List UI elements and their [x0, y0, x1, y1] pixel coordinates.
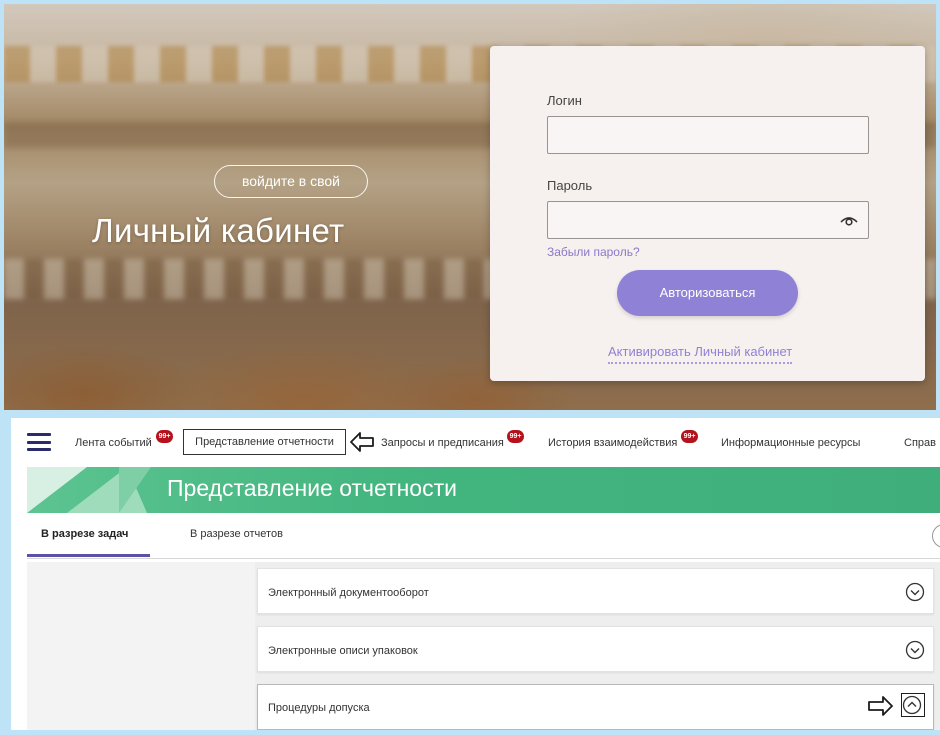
page-banner: Представление отчетности [27, 467, 940, 513]
reporting-app: Лента событий 99+ Представление отчетнос… [11, 418, 940, 730]
login-input[interactable] [547, 116, 869, 154]
activate-cabinet-link[interactable]: Активировать Личный кабинет [608, 344, 793, 364]
top-navigation: Лента событий 99+ Представление отчетнос… [11, 418, 940, 466]
login-hero: войдите в свой Личный кабинет Логин Паро… [4, 4, 936, 410]
nav-item-reporting[interactable]: Представление отчетности [183, 429, 346, 455]
page-title: Представление отчетности [167, 475, 457, 501]
hero-title: Личный кабинет [92, 212, 345, 249]
nav-item-events-feed[interactable]: Лента событий [75, 437, 152, 449]
chevron-up-icon[interactable] [902, 695, 922, 715]
tab-by-reports[interactable]: В разрезе отчетов [190, 528, 283, 540]
accordion-item-edo[interactable]: Электронный документооборот [257, 568, 934, 614]
forgot-password-link[interactable]: Забыли пароль? [547, 245, 640, 259]
screenshot-root: войдите в свой Личный кабинет Логин Паро… [0, 0, 940, 735]
password-label: Пароль [547, 178, 593, 193]
chevron-down-icon[interactable] [905, 640, 925, 660]
accordion-item-admission[interactable]: Процедуры допуска [257, 684, 934, 730]
accordion-item-packages[interactable]: Электронные описи упаковок [257, 626, 934, 672]
nav-item-help[interactable]: Справ [904, 437, 936, 449]
view-tabs: В разрезе задач В разрезе отчетов Л [27, 513, 940, 559]
accordion-label: Электронные описи упаковок [268, 645, 418, 657]
accordion-label: Процедуры допуска [268, 702, 370, 714]
password-input[interactable] [547, 201, 869, 239]
pointer-arrow-right-icon [868, 696, 893, 716]
accordion-label: Электронный документооборот [268, 587, 429, 599]
nav-item-requests[interactable]: Запросы и предписания [381, 437, 504, 449]
login-form-card: Логин Пароль Забыли пароль? Авторизовать… [490, 46, 925, 381]
tab-partial-button[interactable]: Л [932, 524, 940, 548]
hamburger-menu-icon[interactable] [27, 433, 51, 451]
authorize-button[interactable]: Авторизоваться [617, 270, 798, 316]
nav-item-info-resources[interactable]: Информационные ресурсы [721, 437, 860, 449]
show-password-eye-icon[interactable] [839, 212, 859, 228]
notification-badge: 99+ [156, 430, 173, 443]
nav-item-interaction-history[interactable]: История взаимодействия [548, 437, 677, 449]
notification-badge: 99+ [681, 430, 698, 443]
tab-by-tasks[interactable]: В разрезе задач [41, 528, 128, 540]
notification-badge: 99+ [507, 430, 524, 443]
pointer-arrow-left-icon [350, 432, 374, 452]
hero-subtitle-pill: войдите в свой [214, 165, 368, 198]
left-panel [27, 562, 255, 730]
login-label: Логин [547, 93, 582, 108]
active-tab-indicator [27, 554, 150, 557]
banner-decoration [119, 467, 151, 513]
chevron-down-icon[interactable] [905, 582, 925, 602]
